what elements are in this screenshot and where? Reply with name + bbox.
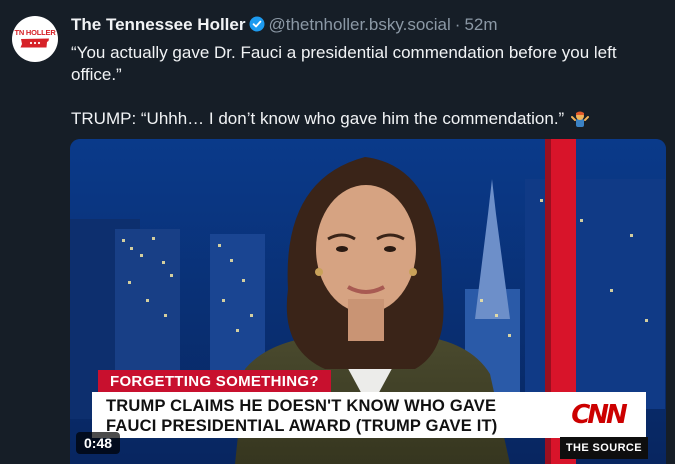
show-name-bar: THE SOURCE [559,437,648,459]
post-paragraph-trump-text: TRUMP: “Uhhh… I don’t know who gave him … [71,109,565,128]
banner-kicker: FORGETTING SOMETHING? [98,370,331,393]
verified-badge-icon[interactable] [249,16,265,32]
avatar-logo-text: TN HOLLER [14,28,56,37]
separator-dot: · [454,15,461,34]
cnn-logo: CNN [571,400,628,430]
avatar[interactable]: TN HOLLER [12,16,58,62]
post-paragraph-trump: TRUMP: “Uhhh… I don’t know who gave him … [71,108,671,130]
person-shrugging-emoji-icon [570,111,589,127]
video-duration: 0:48 [84,435,113,451]
author-name[interactable]: The Tennessee Holler [71,15,245,34]
post-text: “You actually gave Dr. Fauci a president… [71,42,671,130]
chyron-banner: TRUMP CLAIMS HE DOESN'T KNOW WHO GAVE FA… [92,392,646,438]
author-handle[interactable]: @thetnholler.bsky.social [268,15,450,34]
post-header: The Tennessee Holler @thetnholler.bsky.so… [71,14,665,36]
chyron-headline: TRUMP CLAIMS HE DOESN'T KNOW WHO GAVE FA… [106,397,498,435]
banner-kicker-text: FORGETTING SOMETHING? [110,373,319,390]
show-name: THE SOURCE [565,442,642,454]
video-player[interactable]: FORGETTING SOMETHING? TRUMP CLAIMS HE DO… [70,139,666,464]
video-duration-badge: 0:48 [76,432,121,454]
post-timestamp[interactable]: 52m [464,15,497,34]
tennessee-state-icon [20,38,49,48]
post-paragraph-quote: “You actually gave Dr. Fauci a president… [71,43,617,84]
post[interactable]: TN HOLLER The Tennessee Holler @thetnholl… [0,0,675,464]
